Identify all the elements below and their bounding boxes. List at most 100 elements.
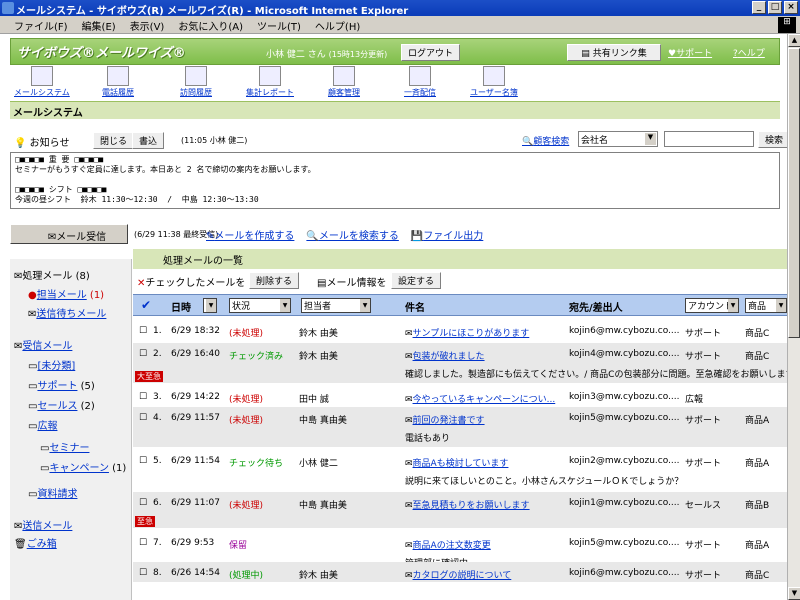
minimize-button[interactable]: _ [752,1,766,14]
folder-seminar[interactable]: ▭セミナー [40,439,89,454]
row-subject[interactable]: 前回の発注書です [413,416,485,426]
row-checkbox[interactable]: ☐ [139,392,147,402]
row-subject[interactable]: 今やっているキャンペーンについ... [413,395,556,405]
table-row[interactable]: ☐ 3. 6/29 14:22 (未処理) 田中 誠 ✉今やっているキャンペーンについ..… [133,386,787,406]
row-assignee: 田中 誠 [299,395,329,405]
status-select[interactable]: 状況 [229,298,291,313]
row-subject[interactable]: カタログの説明について [413,571,512,581]
close-window-button[interactable]: × [784,1,798,14]
menu-tools[interactable]: ツール(T) [257,18,301,33]
row-checkbox[interactable]: ☐ [139,538,147,548]
row-subject-wrap[interactable]: ✉サンプルにほこりがあります [405,326,529,339]
row-subject-wrap[interactable]: ✉前回の発注書です [405,413,485,426]
company-select[interactable]: 会社名 [578,131,658,147]
table-row[interactable]: ☐ 2. 6/29 16:40 チェック済み 鈴木 由美 ✉包装が破れました kojin4@… [133,343,787,383]
set-button[interactable]: 設定する [391,272,442,289]
folder-support[interactable]: ▭サポート (5) [28,377,95,392]
row-subject[interactable]: 商品Aの注文数変更 [413,541,491,551]
nav-report[interactable]: 集計レポート [246,66,294,98]
folder-ad[interactable]: ▭広報 [28,417,57,432]
table-row[interactable]: ☐ 4. 6/29 11:57 (未処理) 中島 真由美 ✉前回の発注書です kojin5@… [133,407,787,447]
windows-logo-icon: ⊞ [778,17,796,33]
row-checkbox[interactable]: ☐ [139,498,147,508]
row-checkbox[interactable]: ☐ [139,568,147,578]
vertical-scrollbar[interactable]: ▲ ▼ [787,34,800,600]
nav-visit-history[interactable]: 訪問履歴 [180,66,212,98]
table-row[interactable]: ☐ 8. 6/26 14:54 (処理中) 鈴木 由美 ✉カタログの説明について kojin… [133,562,787,582]
scroll-thumb[interactable] [788,48,800,338]
support-link[interactable]: ♥サポート [668,46,712,59]
row-status: チェック済み [229,352,284,362]
row-subject-wrap[interactable]: ✉商品Aの注文数変更 [405,538,491,551]
maximize-button[interactable]: □ [768,1,782,14]
nav-broadcast[interactable]: 一斉配信 [404,66,436,98]
menu-view[interactable]: 表示(V) [130,18,165,33]
folder-campaign[interactable]: ▭キャンペーン (1) [40,459,126,474]
help-link[interactable]: ?ヘルプ [733,46,765,59]
folder-unsorted[interactable]: ▭[未分類] [28,357,75,372]
nav-mail-system[interactable]: メールシステム [14,66,70,98]
compose-mail-link[interactable]: ✎メールを作成する [206,227,294,242]
row-date: 6/29 11:54 [171,456,221,466]
nav-user-directory[interactable]: ユーザー名簿 [470,66,518,98]
row-subject[interactable]: サンプルにほこりがあります [413,329,530,339]
account-select[interactable]: アカウント [685,298,739,313]
row-subject-wrap[interactable]: ✉カタログの説明について [405,568,511,581]
table-row[interactable]: ☐ 6. 6/29 11:07 (未処理) 中島 真由美 ✉至急見積もりをお願いします ko… [133,492,787,528]
row-checkbox[interactable]: ☐ [139,413,147,423]
table-row[interactable]: ☐ 5. 6/29 11:54 チェック待ち 小林 健二 ✉商品Aも検討しています koji… [133,450,787,490]
receive-mail-button[interactable]: ✉メール受信 [10,224,128,244]
search-mail-link[interactable]: 🔍メールを検索する [306,227,398,242]
menu-favorites[interactable]: お気に入り(A) [178,18,243,33]
folder-inbox[interactable]: ✉受信メール [14,337,72,352]
envelope-icon: ✉ [405,571,413,581]
row-subject[interactable]: 至急見積もりをお願いします [413,501,530,511]
row-subject[interactable]: 包装が破れました [413,352,485,362]
magnifier-icon: 🔍 [522,137,534,147]
customer-search-link[interactable]: 🔍顧客検索 [522,134,569,147]
menu-file[interactable]: ファイル(F) [14,18,68,33]
row-account: サポート [685,541,722,551]
table-row[interactable]: ☐ 1. 6/29 18:32 (未処理) 鈴木 由美 ✉サンプルにほこりがあります koj… [133,320,787,340]
notice-write-button[interactable]: 書込 [132,132,165,149]
row-subject-wrap[interactable]: ✉包装が破れました [405,349,485,362]
folder-docs[interactable]: ▭資料請求 [28,485,77,500]
export-file-link[interactable]: 💾ファイル出力 [411,227,483,242]
assignee-select[interactable]: 担当者 [301,298,371,313]
nav-customer[interactable]: 顧客管理 [328,66,360,98]
scroll-up-icon[interactable]: ▲ [788,34,800,47]
folder-sales[interactable]: ▭セールス (2) [28,397,95,412]
urgent-badge: 大至急 [135,371,163,382]
share-links-button[interactable]: ▤ 共有リンク集 [567,44,661,61]
col-date[interactable]: 日時 [171,299,191,314]
scroll-down-icon[interactable]: ▼ [788,587,800,600]
row-checkbox[interactable]: ☐ [139,326,147,336]
row-num: 4. [153,413,162,423]
row-subject-wrap[interactable]: ✉商品Aも検討しています [405,456,508,469]
menu-edit[interactable]: 編集(E) [82,18,116,33]
table-row[interactable]: ☐ 7. 6/29 9:53 保留 ✉商品Aの注文数変更 kojin5@mw.cybozu… [133,532,787,569]
folder-assigned[interactable]: ●担当メール (1) [28,286,104,301]
row-subject-wrap[interactable]: ✉今やっているキャンペーンについ... [405,392,555,405]
menu-bar: ファイル(F) 編集(E) 表示(V) お気に入り(A) ツール(T) ヘルプ(… [0,16,800,34]
delete-button[interactable]: 削除する [249,272,300,289]
logout-button[interactable]: ログアウト [401,44,461,61]
envelope-icon: ✉ [405,329,413,339]
folder-sent[interactable]: ✉送信メール [14,517,72,532]
folder-trash[interactable]: 🗑ごみ箱 [14,535,57,550]
product-select[interactable]: 商品 [745,298,787,313]
row-status: (未処理) [229,329,264,339]
sort-select[interactable] [203,298,217,313]
menu-help[interactable]: ヘルプ(H) [315,18,360,33]
row-subject-wrap[interactable]: ✉至急見積もりをお願いします [405,498,530,511]
notice-close-button[interactable]: 閉じる [93,132,135,149]
folder-outbox[interactable]: ✉送信待ちメール [28,305,106,320]
folder-processing[interactable]: ✉処理メール (8) [14,267,90,282]
customer-search-button[interactable]: 検索 [758,131,787,148]
row-subject[interactable]: 商品Aも検討しています [413,459,509,469]
check-all-icon[interactable]: ✔ [141,298,151,312]
row-checkbox[interactable]: ☐ [139,456,147,466]
customer-search-input[interactable] [664,131,754,147]
nav-phone-history[interactable]: 電話履歴 [102,66,134,98]
row-checkbox[interactable]: ☐ [139,349,147,359]
